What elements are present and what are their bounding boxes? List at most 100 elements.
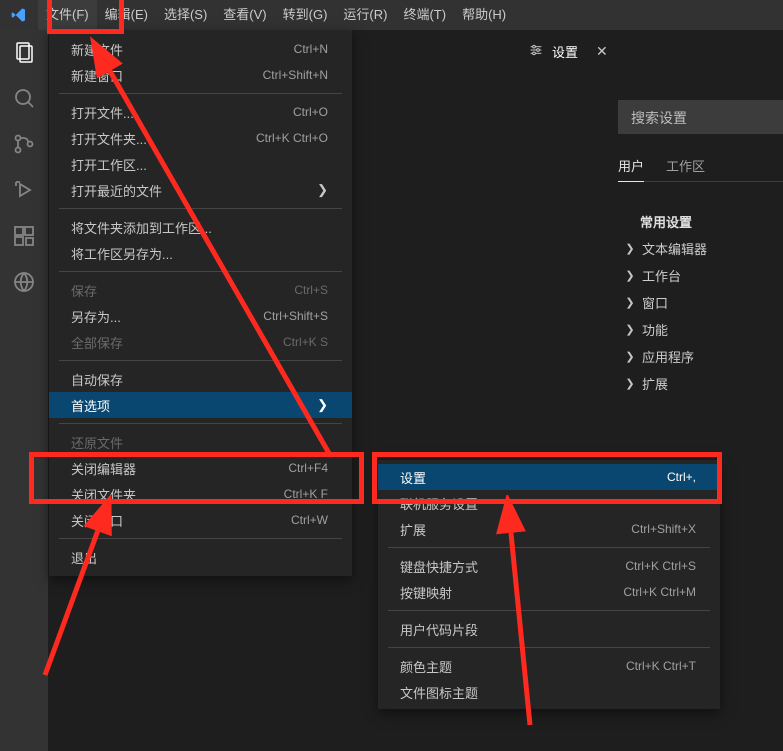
file-menu-item-6[interactable]: 打开最近的文件❯ xyxy=(49,177,352,203)
menu-terminal[interactable]: 终端(T) xyxy=(395,0,454,30)
menu-item-shortcut: Ctrl+O xyxy=(293,105,328,119)
scope-workspace[interactable]: 工作区 xyxy=(666,156,705,182)
nav-application[interactable]: ❯应用程序 xyxy=(624,343,783,370)
file-menu-item-9[interactable]: 将工作区另存为... xyxy=(49,240,352,266)
prefs-menu-item-0[interactable]: 设置Ctrl+, xyxy=(378,464,720,490)
menu-edit[interactable]: 编辑(E) xyxy=(97,0,156,30)
prefs-menu-item-2[interactable]: 扩展Ctrl+Shift+X xyxy=(378,516,720,542)
menu-item-shortcut: Ctrl+, xyxy=(667,470,696,484)
file-menu-item-0[interactable]: 新建文件Ctrl+N xyxy=(49,36,352,62)
menu-item-label: 打开文件夹... xyxy=(71,129,256,148)
explorer-icon[interactable] xyxy=(10,38,38,66)
menu-item-label: 将工作区另存为... xyxy=(71,244,328,263)
prefs-menu-item-9[interactable]: 颜色主题Ctrl+K Ctrl+T xyxy=(378,653,720,679)
menu-item-label: 关闭窗口 xyxy=(71,511,291,530)
menu-item-shortcut: Ctrl+Shift+S xyxy=(263,309,328,323)
file-menu-item-4[interactable]: 打开文件夹...Ctrl+K Ctrl+O xyxy=(49,125,352,151)
settings-scope-tabs: 用户 工作区 xyxy=(618,156,783,182)
menu-item-label: 用户代码片段 xyxy=(400,620,696,639)
extensions-icon[interactable] xyxy=(10,222,38,250)
menu-item-shortcut: Ctrl+K F xyxy=(284,487,328,501)
prefs-menu-item-1[interactable]: 联机服务设置 xyxy=(378,490,720,516)
prefs-menu-separator xyxy=(388,610,710,611)
nav-window[interactable]: ❯窗口 xyxy=(624,289,783,316)
chevron-right-icon: ❯ xyxy=(624,377,636,390)
menu-item-shortcut: Ctrl+S xyxy=(294,283,328,297)
menu-item-label: 文件图标主题 xyxy=(400,683,696,702)
editor-tab[interactable]: 设置 ✕ xyxy=(528,42,614,61)
scope-user[interactable]: 用户 xyxy=(618,156,644,182)
nav-common-head[interactable]: 常用设置 xyxy=(640,208,783,235)
menu-item-shortcut: Ctrl+N xyxy=(294,42,328,56)
chevron-right-icon: ❯ xyxy=(624,323,636,336)
menu-view[interactable]: 查看(V) xyxy=(215,0,274,30)
menu-item-shortcut: Ctrl+K Ctrl+T xyxy=(626,659,696,673)
chevron-right-icon: ❯ xyxy=(624,269,636,282)
menu-item-label: 自动保存 xyxy=(71,370,328,389)
menu-go[interactable]: 转到(G) xyxy=(275,0,336,30)
prefs-menu-item-5[interactable]: 按键映射Ctrl+K Ctrl+M xyxy=(378,579,720,605)
file-menu-item-3[interactable]: 打开文件...Ctrl+O xyxy=(49,99,352,125)
menu-item-label: 新建文件 xyxy=(71,40,294,59)
file-menu-item-1[interactable]: 新建窗口Ctrl+Shift+N xyxy=(49,62,352,88)
menu-item-label: 新建窗口 xyxy=(71,66,263,85)
settings-nav: 常用设置 ❯文本编辑器 ❯工作台 ❯窗口 ❯功能 ❯应用程序 ❯扩展 xyxy=(618,208,783,397)
menu-item-shortcut: Ctrl+W xyxy=(291,513,328,527)
menu-item-label: 关闭编辑器 xyxy=(71,459,288,478)
file-menu-item-23[interactable]: 退出 xyxy=(49,544,352,570)
nav-features[interactable]: ❯功能 xyxy=(624,316,783,343)
debug-icon[interactable] xyxy=(10,176,38,204)
search-icon[interactable] xyxy=(10,84,38,112)
menu-item-label: 还原文件 xyxy=(71,433,328,452)
menu-item-label: 退出 xyxy=(71,548,328,567)
file-menu-item-13: 全部保存Ctrl+K S xyxy=(49,329,352,355)
nav-editor[interactable]: ❯文本编辑器 xyxy=(624,235,783,262)
prefs-menu-item-4[interactable]: 键盘快捷方式Ctrl+K Ctrl+S xyxy=(378,553,720,579)
menu-item-label: 关闭文件夹 xyxy=(71,485,284,504)
menu-item-label: 打开最近的文件 xyxy=(71,181,316,200)
chevron-right-icon: ❯ xyxy=(624,242,636,255)
menu-help[interactable]: 帮助(H) xyxy=(454,0,514,30)
menu-item-shortcut: Ctrl+Shift+X xyxy=(631,522,696,536)
settings-search-input[interactable]: 搜索设置 xyxy=(618,100,783,134)
menu-item-shortcut: Ctrl+K S xyxy=(283,335,328,349)
menu-select[interactable]: 选择(S) xyxy=(156,0,215,30)
menu-item-label: 另存为... xyxy=(71,307,263,326)
chevron-right-icon: ❯ xyxy=(316,397,328,413)
file-menu-item-16[interactable]: 首选项❯ xyxy=(49,392,352,418)
file-menu-item-18: 还原文件 xyxy=(49,429,352,455)
file-menu-item-12[interactable]: 另存为...Ctrl+Shift+S xyxy=(49,303,352,329)
gear-icon xyxy=(528,42,544,61)
file-menu-separator xyxy=(59,423,342,424)
nav-extensions[interactable]: ❯扩展 xyxy=(624,370,783,397)
file-menu-separator xyxy=(59,93,342,94)
scm-icon[interactable] xyxy=(10,130,38,158)
file-menu-item-8[interactable]: 将文件夹添加到工作区... xyxy=(49,214,352,240)
menu-file[interactable]: 文件(F) xyxy=(38,0,97,30)
file-menu-item-19[interactable]: 关闭编辑器Ctrl+F4 xyxy=(49,455,352,481)
file-menu-item-21[interactable]: 关闭窗口Ctrl+W xyxy=(49,507,352,533)
menu-item-label: 按键映射 xyxy=(400,583,623,602)
menu-item-label: 联机服务设置 xyxy=(400,494,696,513)
file-menu-dropdown: 新建文件Ctrl+N新建窗口Ctrl+Shift+N打开文件...Ctrl+O打… xyxy=(49,30,352,576)
menu-item-shortcut: Ctrl+K Ctrl+S xyxy=(625,559,696,573)
remote-icon[interactable] xyxy=(10,268,38,296)
file-menu-item-20[interactable]: 关闭文件夹Ctrl+K F xyxy=(49,481,352,507)
tab-title: 设置 xyxy=(552,42,578,61)
menu-item-shortcut: Ctrl+K Ctrl+M xyxy=(623,585,696,599)
file-menu-item-15[interactable]: 自动保存 xyxy=(49,366,352,392)
chevron-right-icon: ❯ xyxy=(316,182,328,198)
nav-workbench[interactable]: ❯工作台 xyxy=(624,262,783,289)
prefs-menu-item-7[interactable]: 用户代码片段 xyxy=(378,616,720,642)
file-menu-item-11: 保存Ctrl+S xyxy=(49,277,352,303)
file-menu-separator xyxy=(59,208,342,209)
menu-run[interactable]: 运行(R) xyxy=(335,0,395,30)
menu-bar: 文件(F) 编辑(E) 选择(S) 查看(V) 转到(G) 运行(R) 终端(T… xyxy=(0,0,783,30)
prefs-menu-separator xyxy=(388,647,710,648)
settings-body: 搜索设置 用户 工作区 常用设置 ❯文本编辑器 ❯工作台 ❯窗口 ❯功能 ❯应用… xyxy=(618,100,783,397)
file-menu-item-5[interactable]: 打开工作区... xyxy=(49,151,352,177)
tab-close-button[interactable]: ✕ xyxy=(590,43,614,60)
prefs-menu-item-10[interactable]: 文件图标主题 xyxy=(378,679,720,705)
menu-item-shortcut: Ctrl+F4 xyxy=(288,461,328,475)
menu-item-label: 颜色主题 xyxy=(400,657,626,676)
